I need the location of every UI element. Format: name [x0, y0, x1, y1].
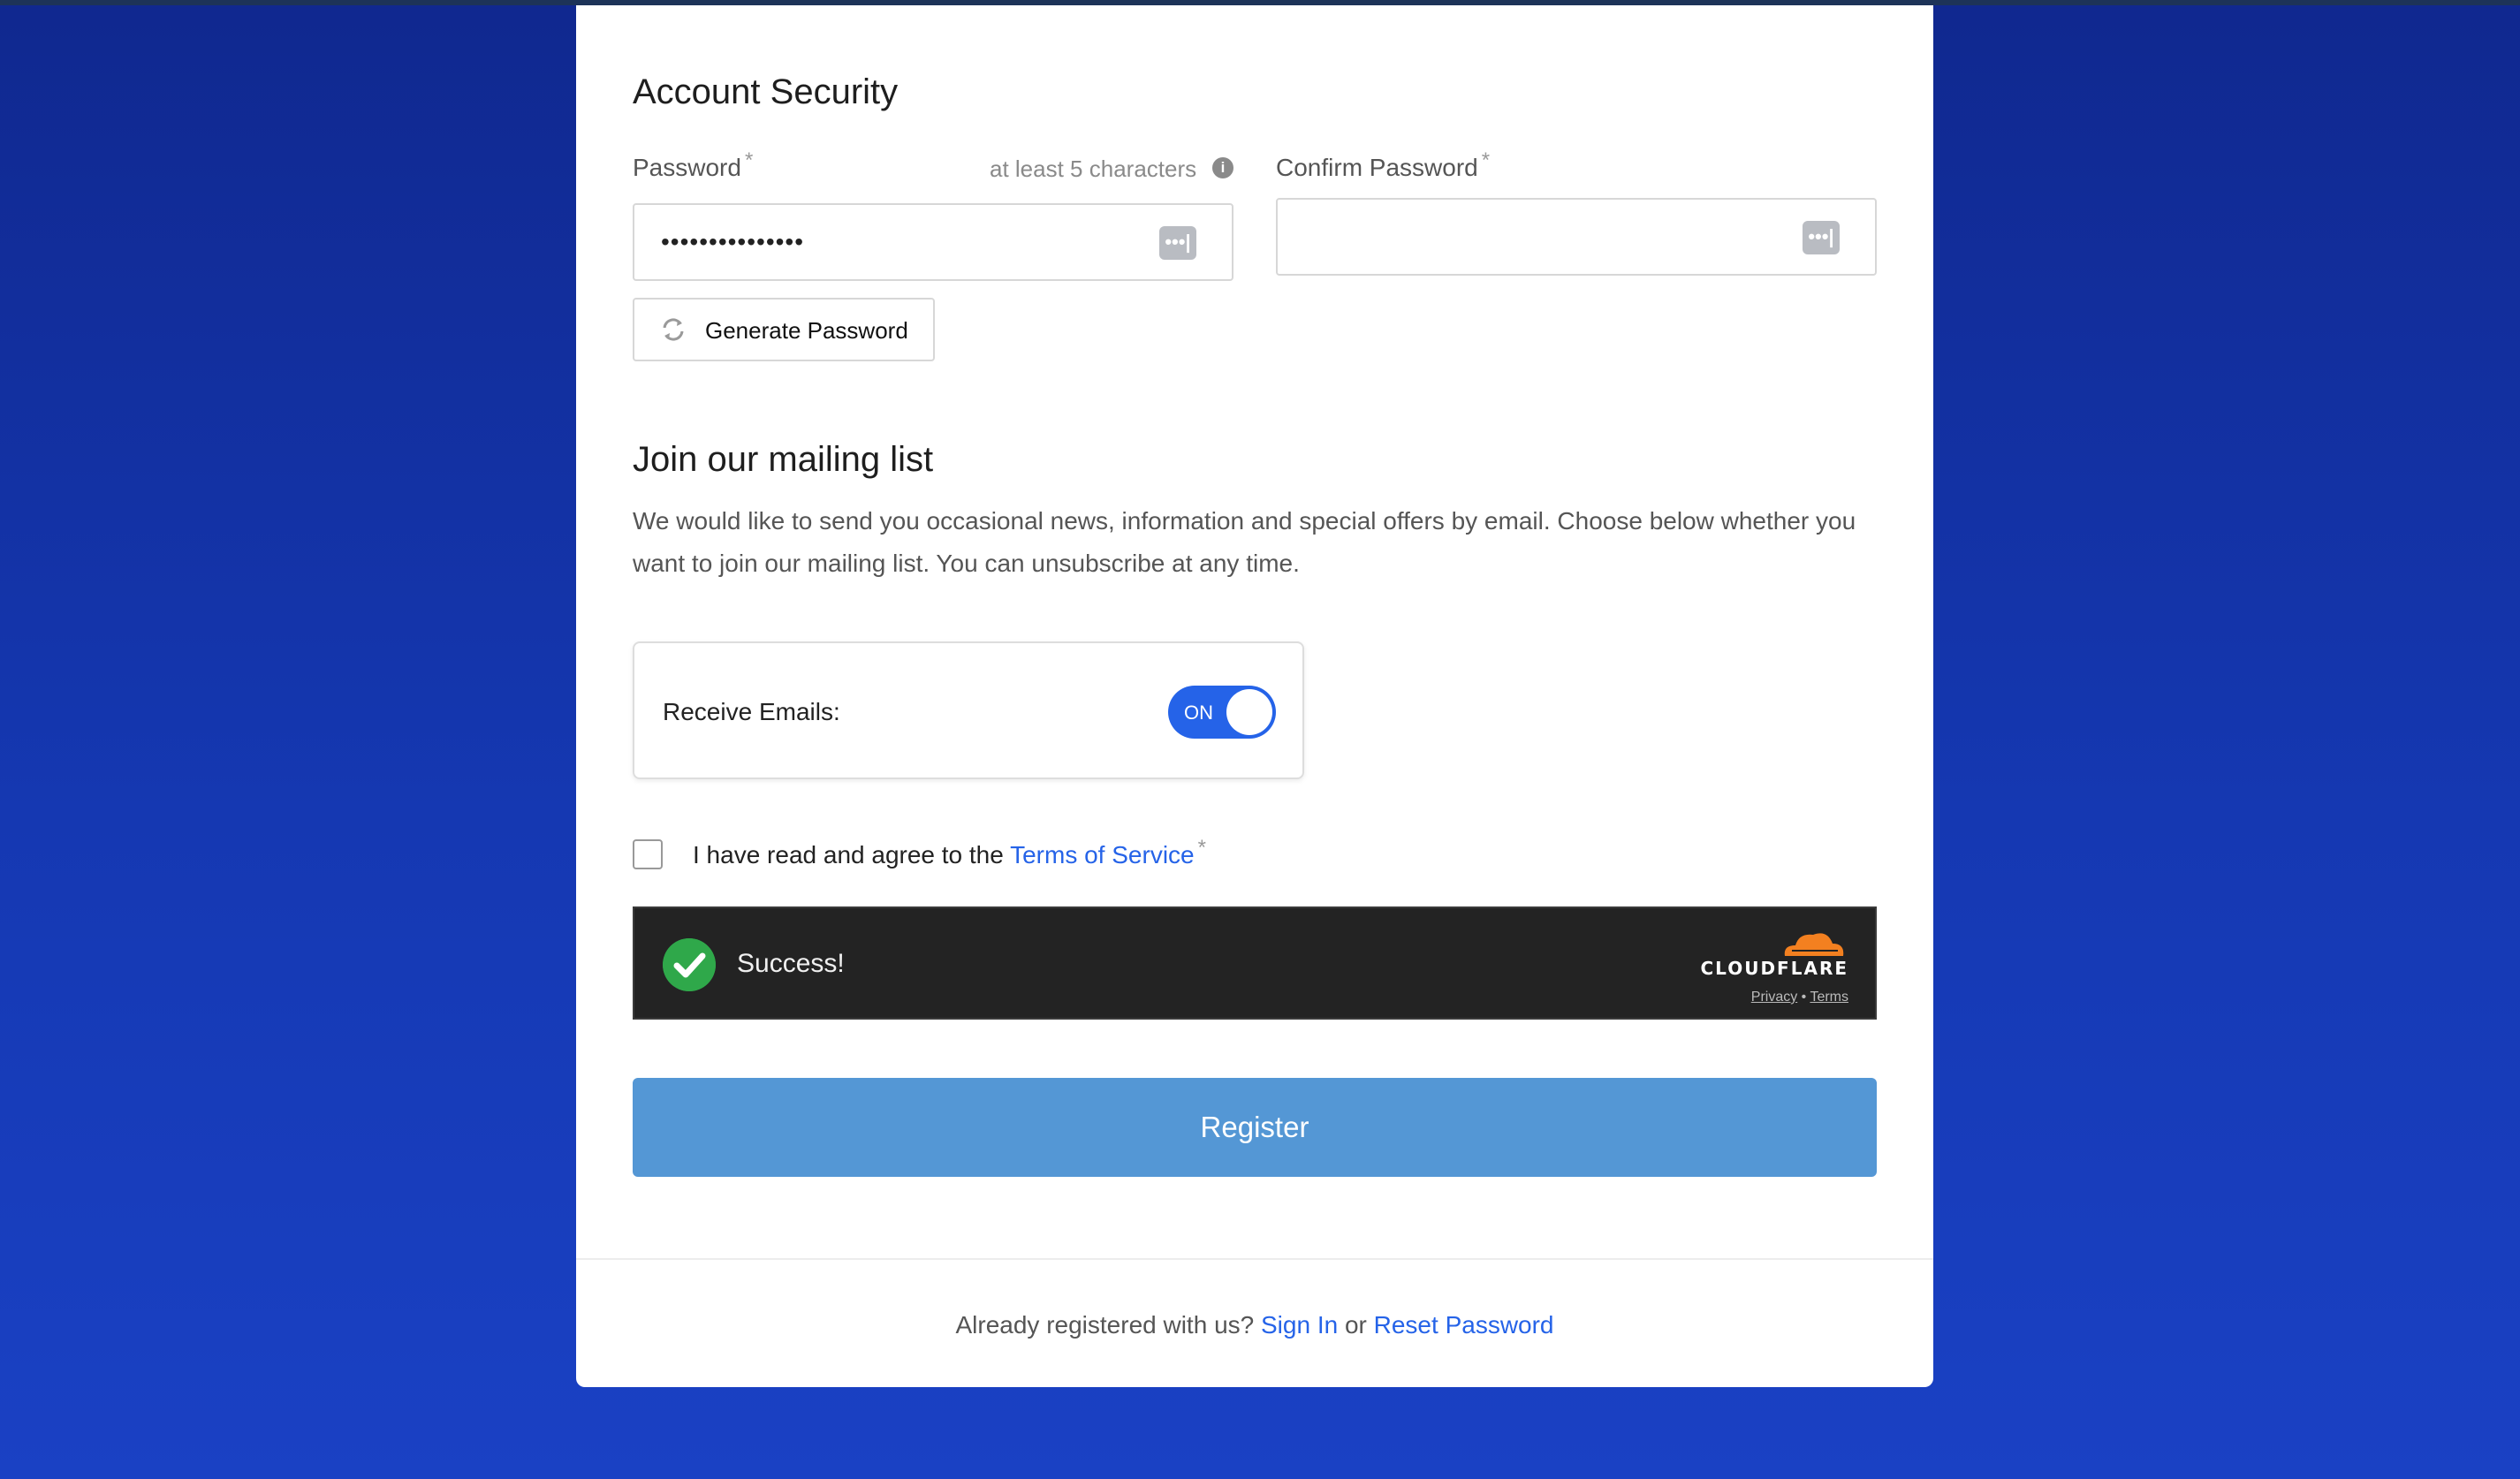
mailing-list-heading: Join our mailing list	[633, 440, 934, 479]
terms-of-service-link[interactable]: Terms of Service	[1010, 841, 1195, 868]
info-icon[interactable]: i	[1212, 157, 1233, 178]
cloudflare-turnstile-widget: Success! CLOUDFLARE Privacy • Terms	[633, 906, 1877, 1020]
password-hint: at least 5 characters	[990, 155, 1197, 182]
account-security-heading: Account Security	[633, 72, 899, 111]
footer: Already registered with us? Sign In or R…	[955, 1311, 1554, 1339]
cloudflare-logo	[1784, 933, 1844, 956]
reset-password-link[interactable]: Reset Password	[1374, 1311, 1554, 1339]
refresh-icon	[663, 318, 684, 341]
receive-emails-label: Receive Emails:	[663, 698, 840, 725]
register-button[interactable]: Register	[633, 1078, 1877, 1177]
captcha-links: Privacy • Terms	[1751, 990, 1848, 1005]
generate-password-label: Generate Password	[705, 317, 908, 344]
footer-divider	[576, 1258, 1933, 1260]
receive-emails-panel: Receive Emails: ON	[633, 641, 1304, 779]
terms-label: I have read and agree to the Terms of Se…	[693, 836, 1206, 868]
required-asterisk: *	[1197, 836, 1206, 860]
captcha-link-separator: •	[1801, 990, 1807, 1005]
captcha-terms-link[interactable]: Terms	[1810, 990, 1848, 1005]
password-label: Password *	[633, 148, 754, 181]
receive-emails-toggle[interactable]: ON	[1168, 686, 1276, 739]
password-field[interactable]: ••••••••••••••• •••|	[633, 203, 1233, 281]
toggle-knob	[1226, 689, 1272, 735]
registration-card: Account Security Password * at least 5 ch…	[576, 5, 1933, 1387]
password-manager-icon[interactable]: •••|	[1159, 226, 1196, 260]
cloudflare-brand: CLOUDFLARE	[1700, 958, 1848, 979]
generate-password-button[interactable]: Generate Password	[633, 298, 935, 361]
captcha-privacy-link[interactable]: Privacy	[1751, 990, 1797, 1005]
captcha-status: Success!	[737, 949, 845, 978]
required-asterisk: *	[744, 148, 754, 172]
password-manager-icon[interactable]: •••|	[1803, 221, 1840, 254]
password-value: •••••••••••••••	[661, 228, 805, 255]
toggle-state-label: ON	[1184, 702, 1213, 724]
checkmark-icon	[663, 938, 716, 991]
terms-checkbox[interactable]	[633, 839, 663, 869]
confirm-password-field[interactable]: •••|	[1276, 198, 1877, 276]
mailing-list-description: We would like to send you occasional new…	[633, 507, 1856, 577]
confirm-password-label: Confirm Password *	[1276, 148, 1491, 181]
required-asterisk: *	[1481, 148, 1491, 172]
sign-in-link[interactable]: Sign In	[1261, 1311, 1338, 1339]
